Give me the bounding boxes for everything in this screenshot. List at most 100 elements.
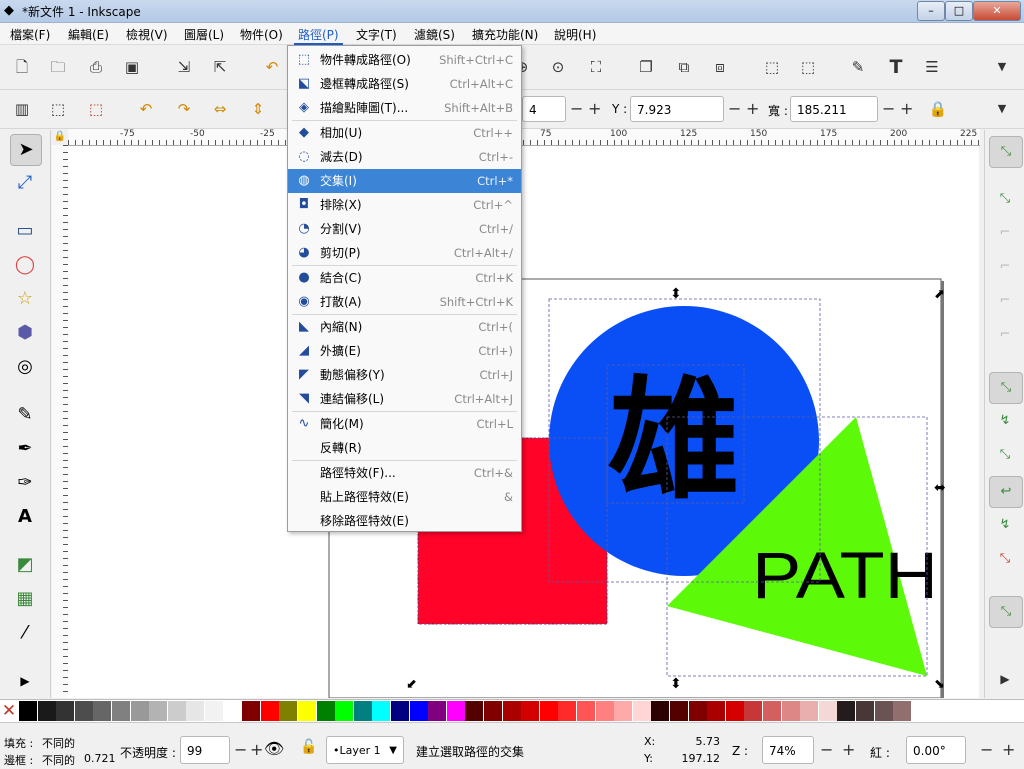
palette-swatch[interactable] [707, 701, 726, 721]
zoom-increment-button[interactable]: + [842, 737, 855, 763]
rotate-ccw-icon[interactable]: ↶ [134, 97, 158, 121]
snap-enable-icon[interactable]: ⤡ [989, 136, 1023, 168]
width-increment-button[interactable]: + [900, 96, 913, 122]
ellipse-tool-icon[interactable]: ◯ [10, 250, 40, 280]
y-increment-button[interactable]: + [746, 96, 759, 122]
scale-handle-top-icon[interactable]: ⬍ [670, 286, 682, 302]
x-decrement-button[interactable]: − [570, 96, 583, 122]
palette-swatch[interactable] [56, 701, 75, 721]
width-field[interactable]: 185.211 [790, 96, 878, 122]
spiral-tool-icon[interactable]: ◎ [10, 352, 40, 382]
path-menu-item[interactable]: ◤ 動態偏移(Y) Ctrl+J [288, 363, 521, 387]
palette-swatch[interactable] [298, 701, 316, 721]
palette-swatch[interactable] [391, 701, 409, 721]
dropper-tool-icon[interactable]: ⁄ [10, 618, 40, 648]
palette-swatch[interactable] [893, 701, 912, 721]
path-menu-item[interactable]: 路徑特效(F)... Ctrl+& [288, 461, 521, 485]
fill-value[interactable]: 不同的 [42, 735, 75, 751]
palette-swatch[interactable] [130, 701, 149, 721]
palette-swatch[interactable] [205, 701, 223, 721]
palette-swatch[interactable] [446, 701, 465, 721]
palette-swatch[interactable] [223, 701, 242, 721]
open-icon[interactable]: 🗀 [46, 55, 70, 79]
path-menu-item[interactable]: ◕ 剪切(P) Ctrl+Alt+/ [288, 241, 521, 265]
palette-swatch[interactable] [539, 701, 558, 721]
palette-swatch[interactable] [502, 701, 521, 721]
palette-swatch[interactable] [409, 701, 428, 721]
snap-bbox-icon[interactable]: ⤡ [989, 184, 1021, 214]
snap-cusp-nodes-icon[interactable]: ↩ [989, 476, 1023, 508]
palette-swatch[interactable] [186, 701, 205, 721]
import-icon[interactable]: ⇲ [172, 55, 196, 79]
path-menu-item[interactable]: ◢ 外擴(E) Ctrl+) [288, 339, 521, 363]
palette-swatch[interactable] [428, 701, 447, 721]
palette-swatch[interactable] [484, 701, 502, 721]
lock-icon[interactable]: 🔒 [926, 97, 950, 121]
palette-swatch[interactable] [167, 701, 186, 721]
menubar-item[interactable]: 圖層(L) [180, 26, 228, 43]
palette-swatch[interactable] [818, 701, 837, 721]
snap-bbox-midpoint-icon[interactable]: ⌐ [989, 286, 1021, 316]
palette-swatch[interactable] [112, 701, 130, 721]
menubar-item[interactable]: 編輯(E) [64, 26, 113, 43]
path-menu-item[interactable]: ◍ 交集(I) Ctrl+* [288, 169, 521, 193]
palette-swatch[interactable] [688, 701, 707, 721]
stroke-width-value[interactable]: 0.721 [84, 752, 116, 765]
clone-icon[interactable]: ⧉ [672, 55, 696, 79]
snap-nodes-icon[interactable]: ⤡ [989, 372, 1023, 404]
palette-swatch[interactable] [316, 701, 335, 721]
path-word-text[interactable]: PATH [752, 538, 938, 612]
scale-handle-bottom-right-icon[interactable]: ⬊ [934, 677, 945, 692]
menubar-item[interactable]: 檔案(F) [6, 26, 54, 43]
group-icon[interactable]: ⬚ [760, 55, 784, 79]
mesh-tool-icon[interactable]: ▦ [10, 584, 40, 614]
flip-vertical-icon[interactable]: ⇕ [246, 97, 270, 121]
pencil-tool-icon[interactable]: ✎ [10, 400, 40, 430]
path-menu-item[interactable]: ◔ 分割(V) Ctrl+/ [288, 217, 521, 241]
text-font-icon[interactable]: T [884, 55, 908, 79]
palette-swatch[interactable] [74, 701, 93, 721]
new-document-icon[interactable]: 🗋 [10, 55, 34, 79]
opacity-decrement-button[interactable]: − [234, 737, 247, 763]
palette-swatch[interactable] [763, 701, 781, 721]
palette-swatch[interactable] [279, 701, 298, 721]
no-paint-swatch-icon[interactable]: ✕ [0, 700, 18, 722]
path-menu-item[interactable]: 反轉(R) [288, 436, 521, 460]
palette-swatch[interactable] [837, 701, 856, 721]
palette-swatch[interactable] [800, 701, 819, 721]
node-tool-icon[interactable]: ⤢ [10, 168, 40, 198]
opacity-field[interactable]: 99 [180, 736, 230, 764]
y-field[interactable]: 7.923 [630, 96, 724, 122]
rotation-field[interactable]: 0.00° [906, 736, 966, 764]
palette-swatch[interactable] [558, 701, 577, 721]
print-icon[interactable]: ⎙ [84, 55, 108, 79]
palette-swatch[interactable] [260, 701, 279, 721]
palette-swatch[interactable] [577, 701, 595, 721]
palette-swatch[interactable] [632, 701, 651, 721]
path-menu-item[interactable]: ⬕ 邊框轉成路徑(S) Ctrl+Alt+C [288, 72, 521, 96]
path-menu-item[interactable]: ◘ 排除(X) Ctrl+^ [288, 193, 521, 217]
zoom-decrement-button[interactable]: − [820, 737, 833, 763]
opacity-increment-button[interactable]: + [250, 737, 263, 763]
layers-icon[interactable]: ☰ [920, 55, 944, 79]
path-menu-item[interactable]: ◥ 連結偏移(L) Ctrl+Alt+J [288, 387, 521, 411]
rectangle-tool-icon[interactable]: ▭ [10, 216, 40, 246]
calligraphy-tool-icon[interactable]: ✑ [10, 468, 40, 498]
snapbar-expand-icon[interactable]: ▶ [989, 664, 1021, 694]
palette-swatch[interactable] [725, 701, 744, 721]
deselect-icon[interactable]: ⬚ [84, 97, 108, 121]
menubar-item[interactable]: 文字(T) [352, 26, 401, 43]
snap-bbox-corner-icon[interactable]: ⌐ [989, 252, 1021, 282]
menubar-item[interactable]: 說明(H) [550, 26, 600, 43]
width-decrement-button[interactable]: − [882, 96, 895, 122]
layer-visibility-eye-icon[interactable]: 👁 [264, 739, 284, 758]
zoom-field[interactable]: 74% [762, 736, 814, 764]
rotation-increment-button[interactable]: + [1002, 737, 1015, 763]
snap-others-icon[interactable]: ⤡ [989, 596, 1023, 628]
selector-tool-icon[interactable]: ➤ [10, 134, 42, 166]
ruler-lock-icon[interactable]: 🔒 [52, 129, 68, 145]
path-menu-item[interactable]: ◌ 減去(D) Ctrl+- [288, 145, 521, 169]
toolbox-expand-icon[interactable]: ▶ [10, 666, 40, 696]
flip-horizontal-icon[interactable]: ⇔ [208, 97, 232, 121]
scale-handle-bottom-left-icon[interactable]: ⬋ [406, 677, 417, 692]
